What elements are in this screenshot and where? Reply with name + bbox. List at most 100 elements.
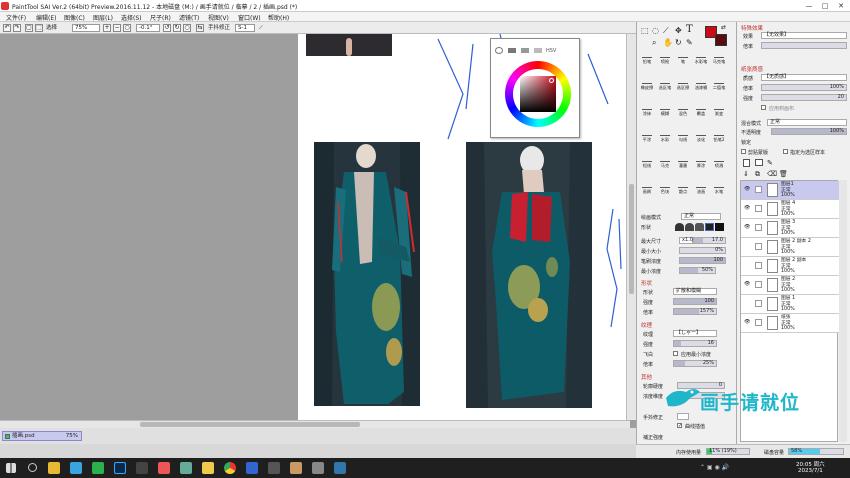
stabilizer-panel-select[interactable]	[677, 413, 689, 420]
density-slider[interactable]: 100	[679, 257, 726, 264]
brush-tool-2-1[interactable]: 模糊	[657, 104, 673, 120]
brush-tool-1-4[interactable]: 二值笔	[711, 78, 727, 94]
shape-flat-icon[interactable]	[695, 223, 704, 231]
brush-tool-4-4[interactable]: 喷溅	[711, 156, 727, 172]
brush-tool-3-4[interactable]: 铅笔2	[711, 130, 727, 146]
size-multiplier[interactable]: x1.0	[679, 237, 693, 244]
brush-tool-3-1[interactable]: 水彩	[657, 130, 673, 146]
layer-lock-box[interactable]	[755, 281, 762, 288]
effect-scale-slider[interactable]	[761, 42, 847, 49]
clear-layer-icon[interactable]: ⌫	[767, 170, 777, 178]
brush-tool-2-2[interactable]: 混色	[675, 104, 691, 120]
flip-icon[interactable]: ⇆	[196, 24, 204, 32]
lasso-icon[interactable]: ◌	[652, 26, 659, 35]
layer-lock-box[interactable]	[755, 224, 762, 231]
texture-scale-slider[interactable]: 25%	[673, 360, 717, 367]
brush-tool-3-3[interactable]: 淡化	[693, 130, 709, 146]
layer-row[interactable]: 图层 2 副本 正常 100%	[741, 257, 839, 276]
close-button[interactable]: ✕	[834, 1, 848, 11]
apply-min-density-checkbox[interactable]	[673, 351, 678, 356]
effect-select[interactable]: 【无效果】	[761, 32, 847, 39]
brush-tool-4-2[interactable]: 灌墨	[675, 156, 691, 172]
paper-scale-slider[interactable]: 100%	[761, 84, 847, 91]
shape-round-icon[interactable]	[675, 223, 684, 231]
shape-section-header[interactable]: 形状	[641, 279, 652, 287]
opacity-slider[interactable]: 100%	[771, 128, 847, 135]
eye-hidden-icon[interactable]	[744, 262, 752, 268]
rotate-reset-icon[interactable]: ○	[183, 24, 191, 32]
brush-tool-4-1[interactable]: 马克	[657, 156, 673, 172]
min-size-slider[interactable]: 0%	[679, 247, 726, 254]
clip-checkbox[interactable]	[741, 149, 746, 154]
eye-visible-icon[interactable]: 👁	[744, 224, 752, 230]
swatch-tab-icon[interactable]	[534, 48, 542, 53]
layer-lock-box[interactable]	[755, 205, 762, 212]
palette-tab-icon[interactable]	[521, 48, 529, 53]
menu-file[interactable]: 文件(F)	[6, 13, 26, 22]
brush-tool-3-0[interactable]: 平涂	[639, 130, 655, 146]
rotate-tool-icon[interactable]: ↻	[675, 38, 682, 47]
paper-texture-header[interactable]: 纸张质感	[741, 65, 763, 73]
min-density-slider[interactable]: 50%	[679, 267, 716, 274]
swap-color-icon[interactable]: ⇄	[721, 24, 726, 31]
paint-mode-select[interactable]: 正常	[681, 213, 721, 220]
brush-shape-presets[interactable]	[675, 223, 725, 231]
eye-visible-icon[interactable]: 👁	[744, 186, 752, 192]
browser-icon[interactable]	[158, 462, 170, 474]
vertical-scroll-thumb[interactable]	[629, 184, 634, 294]
brush-tool-4-0[interactable]: 短线	[639, 156, 655, 172]
brush-tool-5-0[interactable]: 画刷	[639, 182, 655, 198]
app-icon-4[interactable]	[290, 462, 302, 474]
layer-lock-box[interactable]	[755, 319, 762, 326]
curve-interp-checkbox[interactable]: ✓	[677, 423, 682, 429]
windows-start-icon[interactable]	[6, 463, 16, 473]
hand-icon[interactable]: ✋	[663, 38, 673, 47]
eye-visible-icon[interactable]: 👁	[744, 205, 752, 211]
zoom-tool-icon[interactable]: ⌕	[652, 38, 656, 48]
text-icon[interactable]: T	[686, 24, 693, 35]
apply-canvas-checkbox[interactable]	[761, 105, 766, 110]
brush-tool-0-1[interactable]: 喷枪	[657, 52, 673, 68]
brush-tool-0-2[interactable]: 笔	[675, 52, 691, 68]
layer-lock-box[interactable]	[755, 186, 762, 193]
other-section-header[interactable]: 其他	[641, 373, 652, 381]
chrome-icon[interactable]	[224, 462, 236, 474]
search-icon[interactable]	[28, 463, 37, 472]
secondary-color-swatch[interactable]	[715, 34, 727, 46]
painttool-sai-icon[interactable]	[180, 462, 192, 474]
zoom-reset-icon[interactable]: ○	[123, 24, 131, 32]
rotation-select[interactable]: -0.1°	[136, 24, 160, 32]
brush-tool-0-3[interactable]: 水彩笔	[693, 52, 709, 68]
horizontal-scrollbar[interactable]	[0, 420, 630, 428]
app-icon-5[interactable]	[312, 462, 324, 474]
menu-help[interactable]: 帮助(H)	[268, 13, 289, 22]
brush-tool-5-4[interactable]: 水笔	[711, 182, 727, 198]
new-vector-layer-icon[interactable]: ✎	[767, 159, 773, 167]
rotate-right-icon[interactable]: ↻	[173, 24, 181, 32]
effects-header[interactable]: 特殊效果	[741, 24, 763, 32]
shape-scale-slider[interactable]: 157%	[673, 308, 717, 315]
layer-lock-box[interactable]	[755, 262, 762, 269]
app-icon-2[interactable]	[246, 462, 258, 474]
minimize-button[interactable]: —	[802, 1, 816, 11]
shape-type-select[interactable]: 扩散和模糊	[673, 288, 717, 295]
color-cursor[interactable]	[549, 78, 554, 83]
brush-tool-4-3[interactable]: 厚涂	[693, 156, 709, 172]
wand-icon[interactable]: ⟋	[663, 26, 669, 36]
vertical-scrollbar[interactable]	[626, 34, 636, 420]
menu-image[interactable]: 图像(C)	[64, 13, 85, 22]
brush-tool-2-4[interactable]: 渐变	[711, 104, 727, 120]
eye-visible-icon[interactable]: 👁	[744, 281, 752, 287]
clock-time[interactable]: 20:05 周六	[796, 460, 825, 468]
rotate-left-icon[interactable]: ↺	[163, 24, 171, 32]
layer-row[interactable]: 👁 图层 4 正常 100%	[741, 200, 839, 219]
texture-select[interactable]: 【しゃー】	[673, 330, 717, 337]
paper-select[interactable]: 【无质感】	[761, 74, 847, 81]
menu-select[interactable]: 选择(S)	[121, 13, 142, 22]
paper-strength-slider[interactable]: 20	[761, 94, 847, 101]
file-explorer-icon[interactable]	[48, 462, 60, 474]
color-wheel-popup[interactable]: HSV	[490, 38, 580, 138]
layer-lock-box[interactable]	[755, 243, 762, 250]
copy-layer-icon[interactable]: ⧉	[755, 170, 760, 179]
media-app-icon[interactable]	[136, 462, 148, 474]
